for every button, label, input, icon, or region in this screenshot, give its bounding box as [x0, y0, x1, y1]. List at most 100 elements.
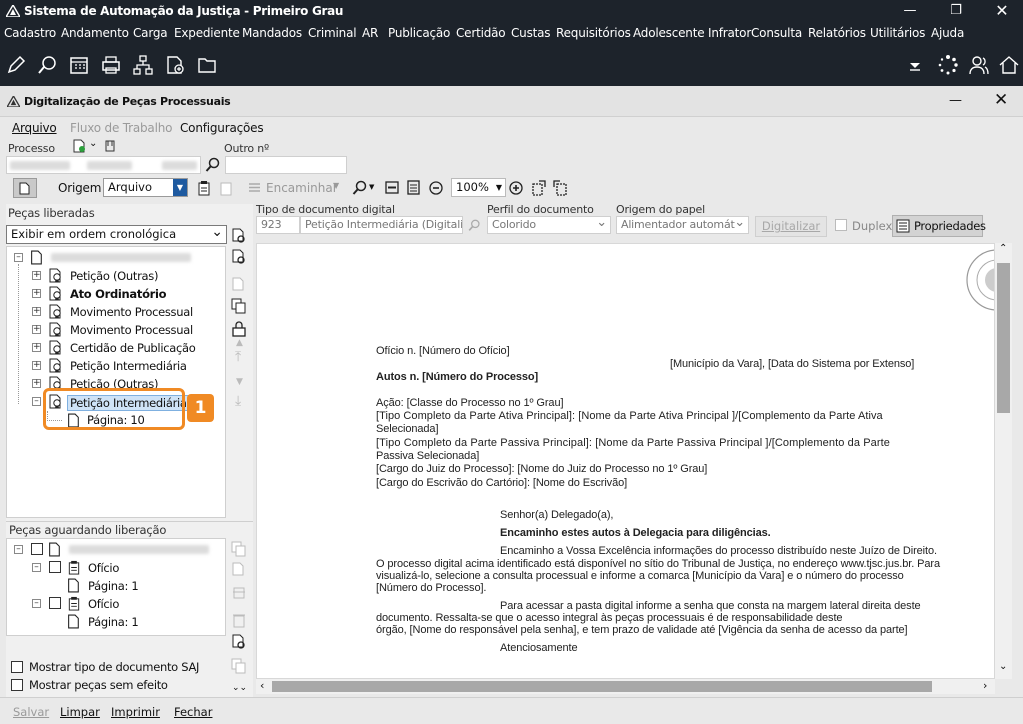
outro-numero-input[interactable]	[225, 156, 347, 174]
expand-icon[interactable]: +	[32, 325, 41, 334]
mostrar-tipo-checkbox[interactable]	[11, 661, 23, 673]
menu-criminal[interactable]: Criminal	[308, 26, 357, 40]
scroll-left-icon[interactable]: ‹	[260, 679, 264, 692]
menu-consulta[interactable]: Consulta	[751, 26, 802, 40]
add-document-icon[interactable]	[164, 54, 186, 76]
new-document-button[interactable]	[13, 178, 37, 198]
tree-item-label[interactable]: Ato Ordinatório	[70, 287, 167, 301]
tree-item-label[interactable]: Movimento Processual	[70, 305, 193, 319]
menu-configuracoes[interactable]: Configurações	[180, 121, 264, 135]
subwindow-minimize-button[interactable]: —	[949, 93, 962, 108]
tree-item-label[interactable]: Certidão de Publicação	[70, 341, 196, 355]
clipboard-icon[interactable]	[197, 180, 211, 196]
duplex-checkbox[interactable]	[835, 219, 847, 231]
tree-item-label[interactable]: Petição Intermediária	[70, 359, 187, 373]
collapse-icon[interactable]: –	[14, 545, 23, 554]
imprimir-button[interactable]: Imprimir	[111, 705, 160, 719]
menu-custas[interactable]: Custas	[511, 26, 551, 40]
fit-width-icon[interactable]	[385, 181, 399, 194]
expand-icon[interactable]: +	[32, 271, 41, 280]
menu-mandados[interactable]: Mandados	[242, 26, 302, 40]
order-select[interactable]: Exibir em ordem cronológica ⌄	[6, 224, 227, 244]
search-document-icon[interactable]	[231, 249, 247, 265]
scroll-right-icon[interactable]: ›	[983, 679, 987, 692]
menu-expediente[interactable]: Expediente	[174, 26, 240, 40]
tipo-name-input[interactable]: Petição Intermediária (Digitaliz	[300, 216, 463, 234]
maximize-button[interactable]: ❐	[933, 0, 979, 22]
collapse-icon[interactable]: –	[32, 563, 41, 572]
menu-ajuda[interactable]: Ajuda	[931, 26, 964, 40]
expand-collapse-icon[interactable]: ⌄⌄	[232, 683, 247, 693]
salvar-button[interactable]: Salvar	[13, 705, 49, 719]
bookmark-icon[interactable]	[104, 140, 116, 152]
lock-icon[interactable]	[231, 321, 247, 337]
oficio-checkbox[interactable]	[49, 561, 61, 573]
collapse-icon[interactable]: –	[32, 599, 41, 608]
zoom-in-icon[interactable]	[509, 181, 523, 195]
subwindow-close-button[interactable]: ✕	[994, 90, 1008, 110]
fit-page-icon[interactable]	[407, 180, 420, 195]
menu-publicacao[interactable]: Publicação	[388, 26, 450, 40]
horizontal-scroll-thumb[interactable]	[272, 681, 932, 692]
aguardando-root-checkbox[interactable]	[31, 543, 43, 555]
collapse-icon[interactable]: –	[14, 253, 23, 262]
menu-carga[interactable]: Carga	[133, 26, 168, 40]
search-document-icon[interactable]	[231, 634, 247, 650]
document-green-icon[interactable]	[72, 139, 86, 153]
folder-icon[interactable]	[196, 54, 218, 76]
hierarchy-icon[interactable]	[132, 54, 154, 76]
mostrar-pecas-sem-efeito-checkbox[interactable]	[11, 679, 23, 691]
menu-ar[interactable]: AR	[362, 26, 378, 40]
zoom-select[interactable]: 100% ▼	[451, 178, 506, 197]
copy-icon[interactable]	[231, 298, 247, 314]
menu-adolescente-infrator[interactable]: Adolescente Infrator	[633, 26, 751, 40]
menu-cadastro[interactable]: Cadastro	[4, 26, 56, 40]
expand-icon[interactable]: +	[32, 289, 41, 298]
dropdown-arrow-icon[interactable]	[904, 54, 926, 76]
fechar-button[interactable]: Fechar	[174, 705, 212, 719]
oficio-checkbox[interactable]	[49, 597, 61, 609]
scroll-up-icon[interactable]: ⌃	[999, 243, 1007, 254]
origem-select[interactable]: Arquivo ▼	[103, 178, 188, 197]
perfil-select[interactable]: Colorido ⌄	[487, 216, 611, 234]
menu-requisitorios[interactable]: Requisitórios	[556, 26, 631, 40]
vertical-scroll-thumb[interactable]	[997, 263, 1010, 413]
expand-icon[interactable]: +	[32, 379, 41, 388]
rotate-left-icon[interactable]	[530, 179, 547, 196]
expand-icon[interactable]: +	[32, 307, 41, 316]
scroll-down-icon[interactable]: ⌄	[999, 661, 1007, 672]
tree-item-label[interactable]: Movimento Processual	[70, 323, 193, 337]
encaminhar-button[interactable]: Encaminhar	[266, 181, 338, 195]
horizontal-scrollbar[interactable]: ‹ ›	[256, 679, 995, 694]
processo-input[interactable]	[6, 156, 201, 174]
tree-item-label[interactable]: Petição (Outras)	[70, 269, 158, 283]
menu-certidao[interactable]: Certidão	[456, 26, 506, 40]
chevron-down-icon[interactable]: ⌄	[89, 138, 97, 149]
document-viewer[interactable]: Ofício n. [Número do Ofício] [Município …	[256, 243, 995, 679]
edit-icon[interactable]	[5, 54, 27, 76]
search-document-icon[interactable]	[231, 228, 247, 244]
aguardando-item-label[interactable]: Ofício	[88, 561, 119, 575]
digitalizar-button[interactable]: Digitalizar	[755, 216, 827, 237]
aguardando-page-label[interactable]: Página: 1	[88, 579, 139, 593]
home-icon[interactable]	[998, 54, 1020, 76]
menu-andamento[interactable]: Andamento	[61, 26, 129, 40]
aguardando-item-label[interactable]: Ofício	[88, 597, 119, 611]
menu-arquivo[interactable]: Arquivo	[12, 121, 57, 135]
tipo-code-input[interactable]: 923	[256, 216, 300, 234]
search-icon[interactable]	[205, 157, 221, 173]
search-document-icon[interactable]	[37, 54, 59, 76]
find-icon[interactable]	[352, 180, 368, 196]
users-icon[interactable]	[968, 54, 990, 76]
origem-papel-select[interactable]: Alimentador automát ⌄	[616, 216, 749, 234]
rotate-right-icon[interactable]	[552, 179, 569, 196]
printer-icon[interactable]	[100, 54, 122, 76]
menu-utilitarios[interactable]: Utilitários	[870, 26, 925, 40]
vertical-scrollbar[interactable]: ⌃ ⌄	[995, 243, 1012, 679]
menu-relatorios[interactable]: Relatórios	[808, 26, 866, 40]
expand-icon[interactable]: +	[32, 343, 41, 352]
menu-fluxo-de-trabalho[interactable]: Fluxo de Trabalho	[70, 121, 172, 135]
calendar-icon[interactable]	[68, 54, 90, 76]
collapse-icon[interactable]: –	[32, 397, 41, 406]
propriedades-button[interactable]: Propriedades	[892, 215, 986, 237]
